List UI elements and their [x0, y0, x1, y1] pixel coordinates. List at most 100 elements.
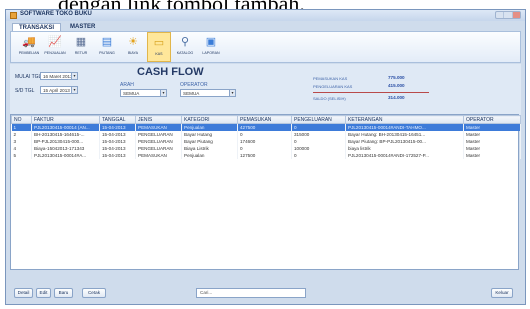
table-cell: 1: [11, 123, 32, 131]
column-header[interactable]: KETERANGAN: [345, 115, 464, 124]
ribbon-button-label: PENJUALAN: [44, 51, 66, 55]
window-controls: [495, 11, 521, 19]
saldo-label: SALDO (SELISIH): [313, 96, 346, 101]
chevron-down-icon[interactable]: ▾: [229, 90, 235, 96]
chevron-down-icon[interactable]: ▾: [71, 87, 77, 93]
table-cell: 127500: [237, 151, 292, 159]
chevron-down-icon[interactable]: ▾: [71, 73, 77, 79]
cashflow-table: NO FAKTUR TANGGAL JENIS KATEGORI PEMASUKAN PEN…: [10, 114, 521, 270]
column-header[interactable]: PEMASUKAN: [237, 115, 292, 124]
arah-label: ARAH: [120, 82, 134, 88]
new-button[interactable]: Baru: [54, 288, 73, 298]
ribbon-button-penjualan[interactable]: 📈 PENJUALAN: [43, 32, 67, 62]
table-cell: 15-04-2013: [99, 130, 136, 138]
pengeluaran-kas-label: PENGELUARAN KAS: [313, 84, 353, 89]
table-cell: 0: [291, 151, 346, 159]
ribbon-button-label: PEMBELIAN: [18, 51, 40, 55]
sun-icon: ☀: [128, 35, 138, 48]
filter-panel: MULAI TGL 16 Maret 2013 ▾ S/D TGL 15 Apr…: [10, 64, 521, 115]
ribbon-toolbar: 🚚 PEMBELIAN 📈 PENJUALAN ▦ RETUR ▤ PIUTANG ☀ BIAYA…: [10, 31, 521, 63]
table-cell: BH-20130415-164615-...: [31, 130, 100, 138]
maximize-button[interactable]: [504, 12, 513, 18]
ribbon-button-retur[interactable]: ▦ RETUR: [69, 32, 93, 62]
ribbon-button-laporan[interactable]: ▣ LAPORAN: [199, 32, 223, 62]
to-date-label: S/D TGL: [15, 88, 35, 94]
from-date-field[interactable]: 16 Maret 2013 ▾: [40, 72, 78, 80]
column-header[interactable]: OPERATOR: [463, 115, 521, 124]
search-input[interactable]: Cari...: [196, 288, 306, 298]
print-button[interactable]: Cetak: [82, 288, 106, 298]
table-cell: Master: [463, 130, 521, 138]
table-cell: Bayar Hutang: [181, 130, 238, 138]
operator-select[interactable]: SEMUA ▾: [180, 89, 236, 97]
caption-text: dengan link tombol tambah.: [0, 0, 530, 9]
table-cell: 0: [237, 130, 292, 138]
document-icon: ▤: [101, 35, 113, 48]
table-cell: PJL20130415-00014 (AN...: [31, 123, 100, 131]
summary-divider: [313, 92, 429, 93]
exit-button[interactable]: Keluar: [491, 288, 513, 298]
column-header[interactable]: TANGGAL: [99, 115, 136, 124]
column-header[interactable]: FAKTUR: [31, 115, 100, 124]
table-cell: PJL20130415-00014#ANDI-TAHMO...: [345, 123, 464, 131]
window-title: SOFTWARE TOKO BUKU: [20, 11, 92, 17]
table-cell: 5: [11, 151, 32, 159]
table-cell: Master: [463, 151, 521, 159]
table-cell: 15-04-2013: [99, 137, 136, 145]
pemasukan-kas-value: 775.000: [388, 75, 405, 80]
table-cell: 315000: [291, 130, 346, 138]
table-cell: Bayar Piutang: BP-PJL20130415-00...: [345, 137, 464, 145]
from-date-value: 16 Maret 2013: [43, 74, 73, 79]
magnifier-icon: ⚲: [180, 35, 190, 48]
from-date-label: MULAI TGL: [15, 74, 42, 80]
table-row[interactable]: 5 PJL20130415-00014#A... 15-04-2013 PEMASUK…: [11, 151, 521, 159]
table-cell: 2: [11, 130, 32, 138]
app-window: SOFTWARE TOKO BUKU TRANSAKSI MASTER 🚚 PEM…: [5, 9, 526, 305]
close-button[interactable]: [512, 12, 520, 18]
table-cell: Penjualan: [181, 123, 238, 131]
table-row[interactable]: 1 PJL20130415-00014 (AN... 15-04-2013 PEMAS…: [11, 123, 521, 131]
ribbon-button-biaya[interactable]: ☀ BIAYA: [121, 32, 145, 62]
table-cell: 15-04-2013: [99, 151, 136, 159]
arah-select[interactable]: SEMUA ▾: [120, 89, 167, 97]
table-cell: Master: [463, 123, 521, 131]
table-cell: 174600: [237, 137, 292, 145]
table-row[interactable]: 2 BH-20130415-164615-... 15-04-2013 PENGELU…: [11, 130, 521, 138]
column-header[interactable]: KATEGORI: [181, 115, 238, 124]
table-cell: BP-PJL20130415-000...: [31, 137, 100, 145]
ribbon-button-label: KAS: [155, 52, 163, 56]
operator-value: SEMUA: [183, 91, 200, 96]
app-icon: [10, 12, 17, 19]
column-header[interactable]: PENGELUARAN: [291, 115, 346, 124]
pengeluaran-kas-value: 415.000: [388, 83, 405, 88]
table-cell: Master: [463, 137, 521, 145]
table-body: 1 PJL20130415-00014 (AN... 15-04-2013 PEMAS…: [11, 123, 521, 159]
chevron-down-icon[interactable]: ▾: [160, 90, 166, 96]
column-header[interactable]: JENIS: [135, 115, 182, 124]
ribbon-button-label: LAPORAN: [202, 51, 220, 55]
table-row[interactable]: 3 BP-PJL20130415-000... 15-04-2013 PENGELUA…: [11, 137, 521, 145]
title-bar: SOFTWARE TOKO BUKU: [6, 10, 525, 21]
cash-icon: ▭: [153, 36, 165, 49]
minimize-button[interactable]: [496, 12, 505, 18]
ribbon-button-label: KATALOG: [176, 51, 194, 55]
ribbon-button-piutang[interactable]: ▤ PIUTANG: [95, 32, 119, 62]
to-date-field[interactable]: 15 April 2013 ▾: [40, 86, 78, 94]
ribbon-button-katalog[interactable]: ⚲ KATALOG: [173, 32, 197, 62]
table-cell: 0: [291, 137, 346, 145]
table-header: NO FAKTUR TANGGAL JENIS KATEGORI PEMASUKAN PEN…: [11, 115, 521, 124]
table-cell: Biaya Listrik: [181, 144, 238, 152]
table-cell: Bayar Hutang: BH-20130415-16451...: [345, 130, 464, 138]
table-cell: 3: [11, 137, 32, 145]
table-cell: Biaya-15042013-171343: [31, 144, 100, 152]
edit-button[interactable]: Edit: [36, 288, 51, 298]
detail-button[interactable]: Detail: [14, 288, 33, 298]
report-icon: ▣: [205, 35, 217, 48]
table-cell: PEMASUKAN: [135, 151, 182, 159]
ribbon-button-pembelian[interactable]: 🚚 PEMBELIAN: [17, 32, 41, 62]
table-row[interactable]: 4 Biaya-15042013-171343 15-04-2013 PENGELUA…: [11, 144, 521, 152]
column-header[interactable]: NO: [11, 115, 32, 124]
pemasukan-kas-label: PEMASUKAN KAS: [313, 76, 348, 81]
table-cell: Master: [463, 144, 521, 152]
ribbon-button-kas[interactable]: ▭ KAS: [147, 32, 171, 62]
